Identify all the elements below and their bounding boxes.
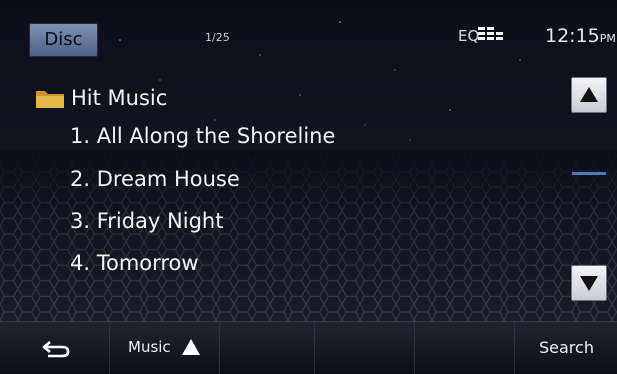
empty-softkey — [220, 322, 315, 374]
search-label: Search — [539, 338, 594, 357]
music-button[interactable]: Music — [110, 322, 220, 374]
media-player-screen: Disc 1/25 EQ 12:15PM Hit Music 1. All Al… — [0, 0, 617, 374]
back-arrow-icon — [42, 341, 70, 358]
scroll-up-button[interactable] — [571, 77, 607, 113]
track-item[interactable]: 4. Tomorrow — [70, 251, 199, 275]
arrow-up-icon — [580, 87, 598, 102]
source-button[interactable]: Disc — [29, 23, 98, 57]
music-label: Music — [128, 338, 171, 356]
folder-name: Hit Music — [71, 86, 168, 110]
folder-row[interactable]: Hit Music — [35, 83, 167, 113]
triangle-up-icon — [182, 339, 200, 355]
eq-label[interactable]: EQ — [458, 27, 479, 45]
back-button[interactable] — [0, 322, 110, 374]
clock: 12:15PM — [545, 25, 616, 47]
clock-ampm: PM — [599, 32, 616, 45]
empty-softkey — [415, 322, 515, 374]
clock-time: 12:15 — [545, 25, 600, 47]
status-bar: Disc 1/25 EQ 12:15PM — [0, 0, 617, 62]
bottom-bar: Music Search — [0, 321, 617, 374]
scroll-down-button[interactable] — [571, 265, 607, 301]
arrow-down-icon — [580, 276, 598, 291]
track-counter: 1/25 — [205, 31, 230, 44]
track-item[interactable]: 1. All Along the Shoreline — [70, 124, 335, 148]
track-item[interactable]: 3. Friday Night — [70, 209, 223, 233]
empty-softkey — [315, 322, 415, 374]
track-item[interactable]: 2. Dream House — [70, 167, 240, 191]
search-button[interactable]: Search — [515, 322, 617, 374]
scroll-position-indicator[interactable] — [572, 172, 606, 175]
equalizer-icon[interactable] — [478, 27, 504, 43]
folder-icon — [36, 91, 64, 108]
